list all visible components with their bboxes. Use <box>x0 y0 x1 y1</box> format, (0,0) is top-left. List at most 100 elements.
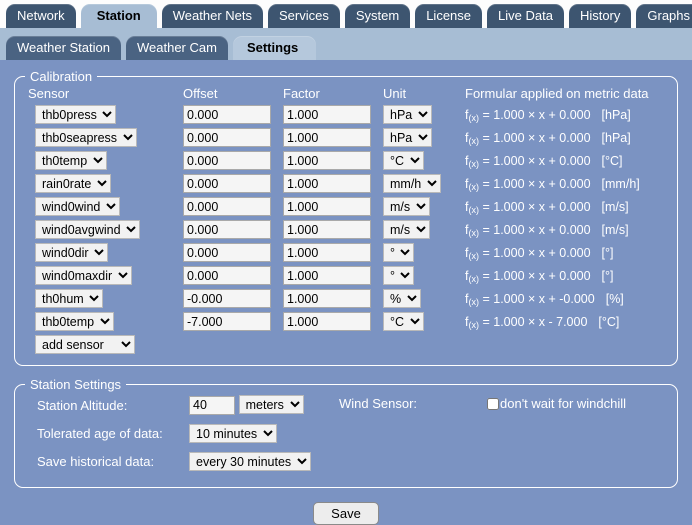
windchill-checkbox-label[interactable]: don't wait for windchill <box>500 396 626 411</box>
tab-graphs[interactable]: Graphs <box>636 4 692 28</box>
subtab-settings[interactable]: Settings <box>233 36 316 60</box>
tab-services[interactable]: Services <box>268 4 340 28</box>
sensor-select[interactable]: wind0avgwind <box>35 220 140 239</box>
save-button[interactable]: Save <box>313 502 379 525</box>
factor-input[interactable] <box>283 128 371 147</box>
unit-cell: hPa <box>383 126 465 149</box>
add-sensor-select[interactable]: add sensor <box>35 335 135 354</box>
station-altitude-unit-select[interactable]: meters <box>239 395 304 414</box>
save-historical-cell: every 30 minutes <box>189 450 311 478</box>
offset-input[interactable] <box>183 220 271 239</box>
sensor-select[interactable]: th0temp <box>35 151 107 170</box>
offset-input[interactable] <box>183 266 271 285</box>
factor-cell <box>283 195 383 218</box>
offset-input[interactable] <box>183 197 271 216</box>
tab-weather-nets[interactable]: Weather Nets <box>162 4 263 28</box>
column-header-factor: Factor <box>283 86 383 103</box>
sensor-select[interactable]: thb0temp <box>35 312 114 331</box>
formula-cell: f(x) = 1.000 × x + -0.000[%] <box>465 287 667 310</box>
unit-select[interactable]: °C <box>383 151 424 170</box>
subtab-weather-station[interactable]: Weather Station <box>6 36 121 60</box>
factor-input[interactable] <box>283 266 371 285</box>
factor-input[interactable] <box>283 243 371 262</box>
offset-cell <box>183 172 283 195</box>
formula-expression: = 1.000 × x + 0.000 <box>482 108 590 122</box>
unit-select[interactable]: hPa <box>383 128 432 147</box>
unit-select[interactable]: mm/h <box>383 174 441 193</box>
formula-expression: = 1.000 × x + 0.000 <box>482 269 590 283</box>
unit-select[interactable]: % <box>383 289 421 308</box>
unit-select[interactable]: hPa <box>383 105 432 124</box>
formula-expression: = 1.000 × x + 0.000 <box>482 246 590 260</box>
offset-cell <box>183 241 283 264</box>
windchill-checkbox-row: don't wait for windchill <box>487 396 626 411</box>
sensor-select[interactable]: wind0dir <box>35 243 108 262</box>
formula-cell: f(x) = 1.000 × x + 0.000[mm/h] <box>465 172 667 195</box>
formula-unit-tag: [hPa] <box>602 108 631 122</box>
sensor-cell: wind0maxdir <box>25 264 183 287</box>
tab-license[interactable]: License <box>415 4 482 28</box>
sensor-cell: th0hum <box>25 287 183 310</box>
formula-unit-tag: [m/s] <box>602 223 629 237</box>
formula-subscript: (x) <box>468 136 479 146</box>
sensor-select[interactable]: th0hum <box>35 289 103 308</box>
factor-input[interactable] <box>283 105 371 124</box>
factor-cell <box>283 126 383 149</box>
tolerated-age-select[interactable]: 10 minutes <box>189 424 277 443</box>
offset-input[interactable] <box>183 151 271 170</box>
station-altitude-input[interactable] <box>189 396 235 415</box>
calibration-body: thb0presshPaf(x) = 1.000 × x + 0.000[hPa… <box>25 103 667 356</box>
unit-cell: hPa <box>383 103 465 126</box>
formula-cell: f(x) = 1.000 × x + 0.000[°] <box>465 264 667 287</box>
offset-input[interactable] <box>183 289 271 308</box>
factor-input[interactable] <box>283 220 371 239</box>
unit-select[interactable]: m/s <box>383 220 430 239</box>
formula-subscript: (x) <box>468 297 479 307</box>
calibration-row: wind0maxdir°f(x) = 1.000 × x + 0.000[°] <box>25 264 667 287</box>
add-sensor-row: add sensor <box>25 333 667 356</box>
factor-input[interactable] <box>283 197 371 216</box>
windchill-checkbox[interactable] <box>487 398 499 410</box>
tab-network[interactable]: Network <box>6 4 76 28</box>
unit-select[interactable]: ° <box>383 243 414 262</box>
formula-cell: f(x) = 1.000 × x + 0.000[m/s] <box>465 195 667 218</box>
formula-fx: f(x) <box>465 223 479 237</box>
save-historical-select[interactable]: every 30 minutes <box>189 452 311 471</box>
offset-input[interactable] <box>183 105 271 124</box>
offset-input[interactable] <box>183 312 271 331</box>
sensor-select[interactable]: wind0maxdir <box>35 266 132 285</box>
tab-history[interactable]: History <box>569 4 631 28</box>
sensor-cell: thb0temp <box>25 310 183 333</box>
sensor-select[interactable]: rain0rate <box>35 174 111 193</box>
factor-cell <box>283 218 383 241</box>
offset-input[interactable] <box>183 128 271 147</box>
offset-input[interactable] <box>183 174 271 193</box>
factor-cell <box>283 241 383 264</box>
sensor-select[interactable]: thb0press <box>35 105 116 124</box>
factor-input[interactable] <box>283 174 371 193</box>
sensor-select[interactable]: thb0seapress <box>35 128 137 147</box>
wind-sensor-label: Wind Sensor: <box>339 396 487 411</box>
unit-select[interactable]: °C <box>383 312 424 331</box>
factor-cell <box>283 172 383 195</box>
formula-subscript: (x) <box>468 228 479 238</box>
save-historical-row: Save historical data: every 30 minutes <box>25 450 311 478</box>
sensor-select[interactable]: wind0wind <box>35 197 120 216</box>
subtab-weather-cam[interactable]: Weather Cam <box>126 36 228 60</box>
formula-cell: f(x) = 1.000 × x + 0.000[hPa] <box>465 126 667 149</box>
tab-station[interactable]: Station <box>81 4 157 28</box>
calibration-row: thb0presshPaf(x) = 1.000 × x + 0.000[hPa… <box>25 103 667 126</box>
factor-input[interactable] <box>283 289 371 308</box>
factor-input[interactable] <box>283 312 371 331</box>
unit-select[interactable]: ° <box>383 266 414 285</box>
factor-input[interactable] <box>283 151 371 170</box>
formula-unit-tag: [°] <box>602 269 614 283</box>
tab-live-data[interactable]: Live Data <box>487 4 564 28</box>
formula-expression: = 1.000 × x + 0.000 <box>482 200 590 214</box>
unit-select[interactable]: m/s <box>383 197 430 216</box>
tab-system[interactable]: System <box>345 4 410 28</box>
formula-subscript: (x) <box>468 159 479 169</box>
offset-input[interactable] <box>183 243 271 262</box>
formula-cell: f(x) = 1.000 × x - 7.000[°C] <box>465 310 667 333</box>
unit-cell: °C <box>383 149 465 172</box>
